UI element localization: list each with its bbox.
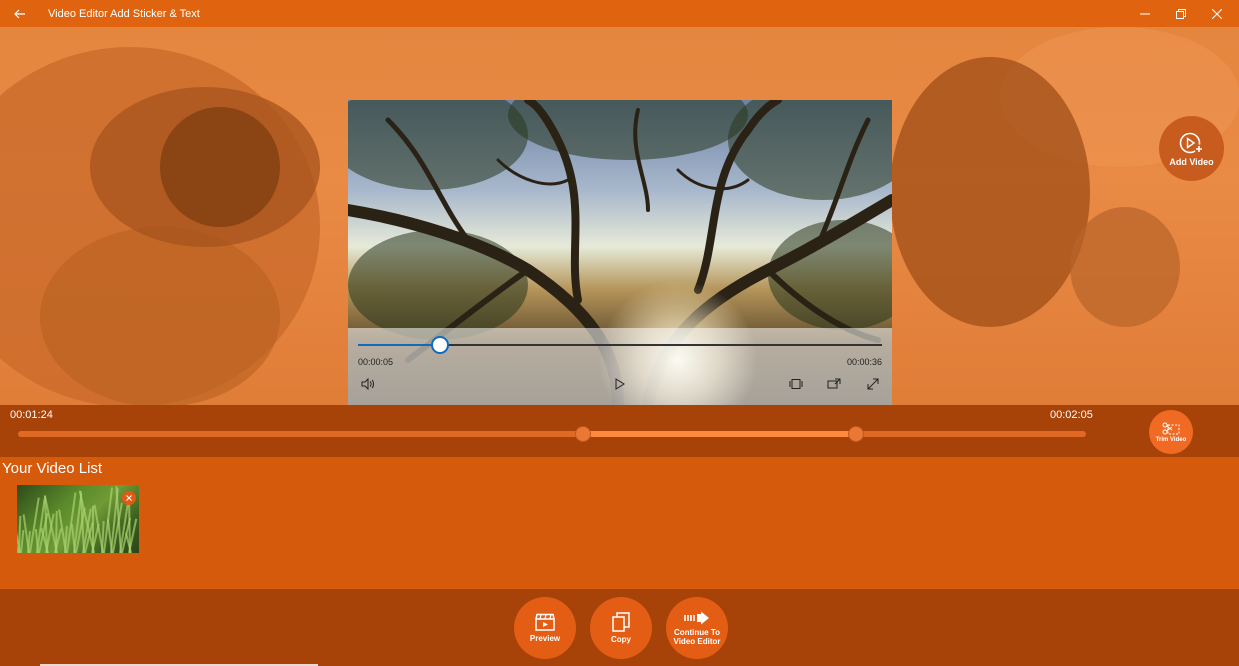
play-button[interactable] <box>612 376 628 392</box>
copy-label: Copy <box>611 635 631 644</box>
close-icon <box>1212 8 1222 19</box>
trim-end-time: 00:02:05 <box>1050 409 1093 421</box>
continue-label: Continue To Video Editor <box>673 627 721 646</box>
back-button[interactable] <box>0 0 40 27</box>
preview-label: Preview <box>529 634 561 643</box>
action-bar: Preview Copy Continue To Video Editor <box>0 589 1239 666</box>
current-time: 00:00:05 <box>358 357 394 367</box>
trim-panel: 00:01:24 00:02:05 Trim Video <box>0 405 1239 457</box>
volume-icon <box>361 378 374 390</box>
add-video-label: Add Video <box>1169 156 1214 167</box>
aspect-ratio-icon <box>789 379 803 389</box>
duration-time: 00:00:36 <box>846 357 882 367</box>
fullscreen-icon <box>867 378 879 390</box>
restore-icon <box>1176 8 1186 19</box>
restore-button[interactable] <box>1163 0 1199 27</box>
arrow-left-icon <box>14 9 25 18</box>
minimize-icon <box>1140 13 1150 14</box>
trim-range-slider[interactable] <box>18 426 1086 442</box>
trim-selection <box>582 431 857 437</box>
video-thumbnail[interactable] <box>17 485 139 553</box>
minimize-button[interactable] <box>1127 0 1163 27</box>
video-list-title: Your Video List <box>2 460 103 477</box>
player-controls: 00:00:05 00:00:36 <box>348 328 892 405</box>
forward-arrow-icon <box>684 611 709 624</box>
play-icon <box>615 378 625 390</box>
seek-progress <box>358 344 440 346</box>
fullscreen-button[interactable] <box>865 376 881 392</box>
copy-button[interactable]: Copy <box>590 597 652 659</box>
seek-thumb[interactable] <box>430 336 449 354</box>
trim-video-label: Trim Video <box>1155 436 1187 443</box>
trim-start-time: 00:01:24 <box>10 409 53 421</box>
copy-icon <box>612 612 630 632</box>
continue-to-editor-button[interactable]: Continue To Video Editor <box>666 597 728 659</box>
preview-button[interactable]: Preview <box>514 597 576 659</box>
scissors-icon <box>1162 422 1180 434</box>
add-video-button[interactable]: Add Video <box>1159 116 1224 181</box>
title-bar: Video Editor Add Sticker & Text <box>0 0 1239 27</box>
video-player[interactable]: 00:00:05 00:00:36 <box>348 100 892 405</box>
cast-button[interactable] <box>826 376 842 392</box>
trim-end-handle[interactable] <box>848 426 865 442</box>
volume-button[interactable] <box>360 376 376 392</box>
trim-start-handle[interactable] <box>574 426 591 442</box>
aspect-ratio-button[interactable] <box>788 376 804 392</box>
clapperboard-icon <box>535 613 555 631</box>
trim-video-button[interactable]: Trim Video <box>1149 410 1193 454</box>
remove-video-button[interactable] <box>122 491 136 505</box>
seek-bar[interactable] <box>358 336 882 354</box>
close-button[interactable] <box>1199 0 1235 27</box>
close-icon <box>126 495 132 501</box>
add-video-icon <box>1179 132 1203 153</box>
cast-icon <box>827 378 841 389</box>
window-title: Video Editor Add Sticker & Text <box>48 7 200 20</box>
